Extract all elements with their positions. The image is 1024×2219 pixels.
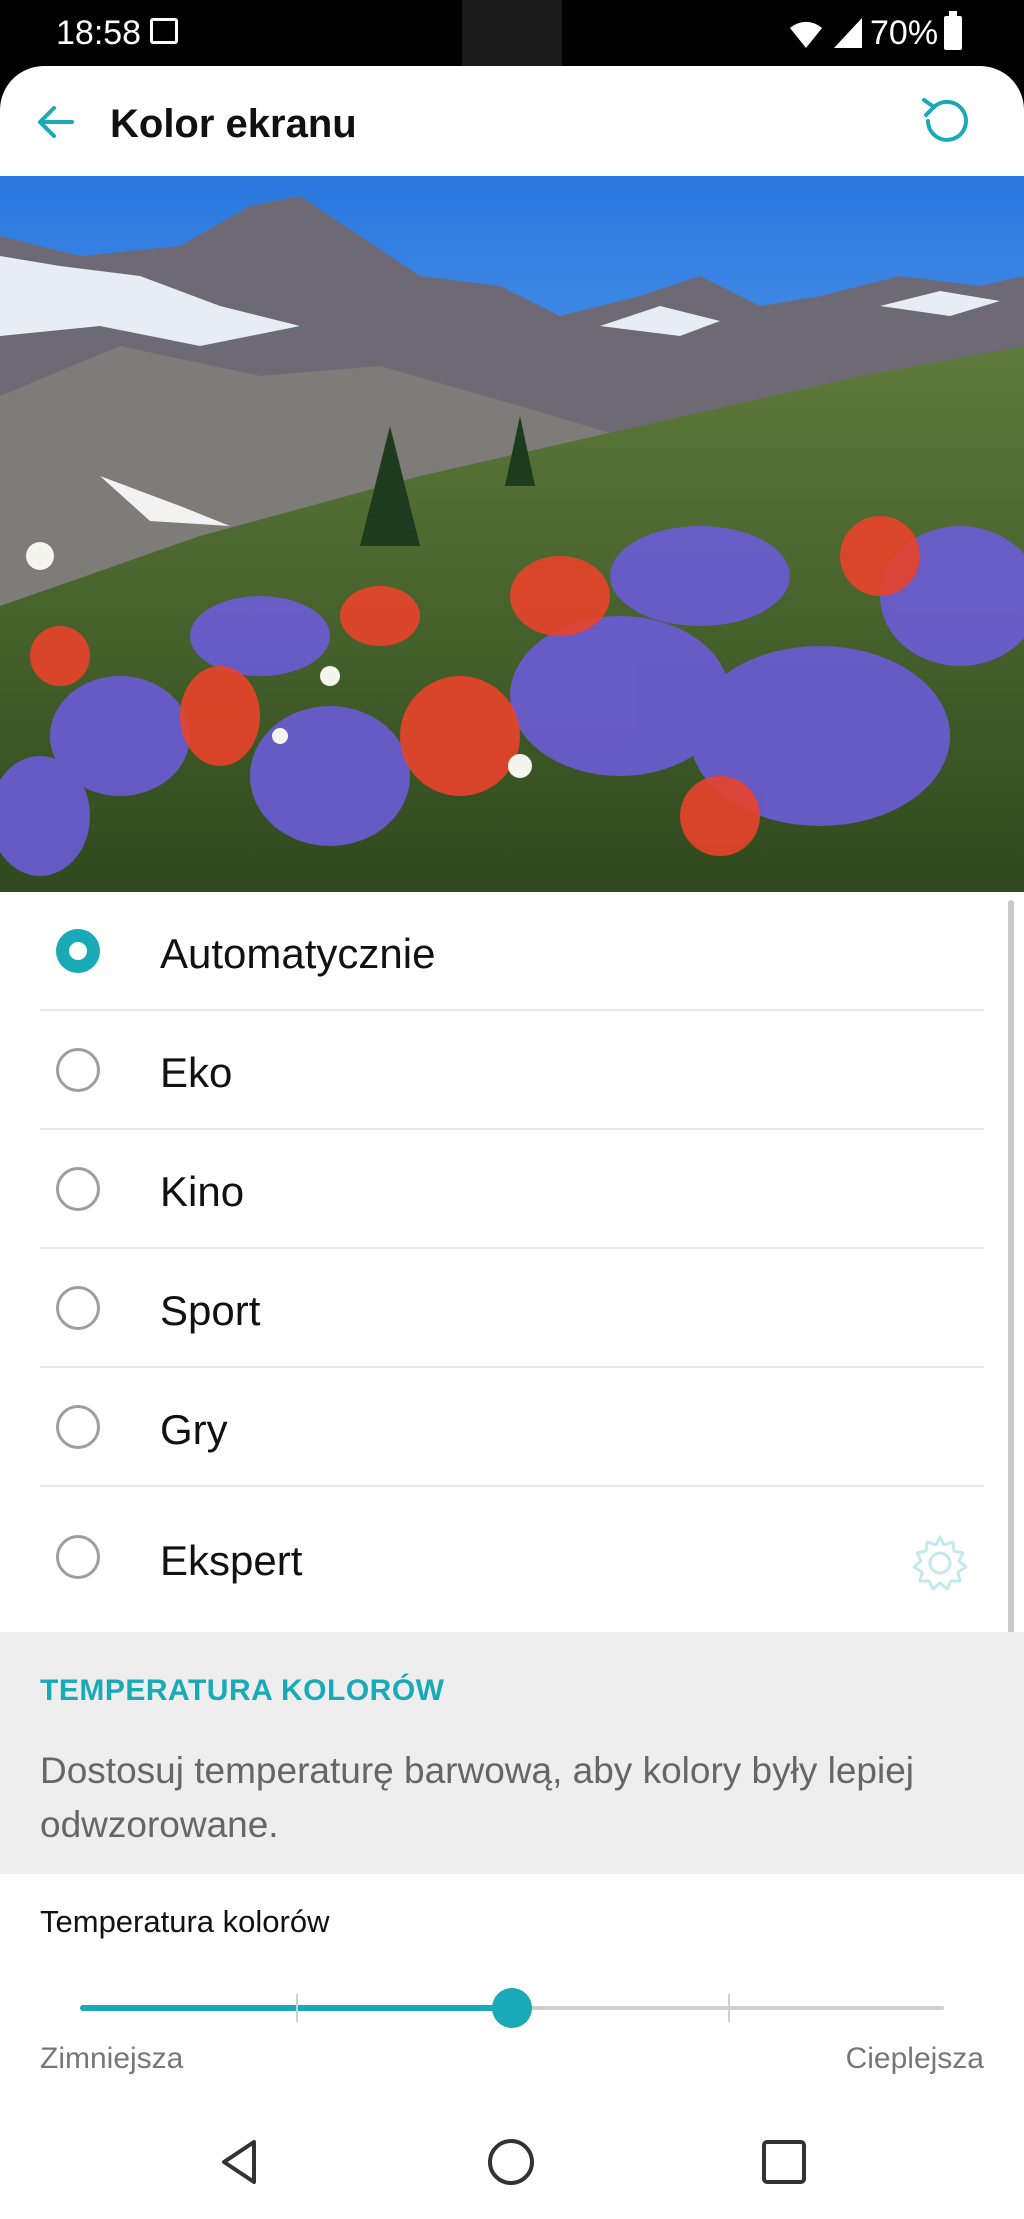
page-title: Kolor ekranu: [110, 102, 357, 146]
temperature-section: TEMPERATURA KOLORÓW Dostosuj temperaturę…: [0, 1632, 1024, 1874]
arrow-left-icon[interactable]: [30, 96, 82, 148]
slider-max-label: Cieplejsza: [845, 2042, 984, 2075]
radio-button[interactable]: [56, 1048, 100, 1092]
wifi-icon: [790, 21, 822, 48]
recents-square-icon[interactable]: [754, 2132, 814, 2192]
option-gry[interactable]: Gry: [0, 1368, 1024, 1487]
status-bar: 18:58 70%: [0, 0, 1024, 66]
option-label: Sport: [160, 1287, 261, 1334]
signal-icon: [834, 18, 862, 48]
option-kino[interactable]: Kino: [0, 1130, 1024, 1249]
radio-button[interactable]: [56, 1286, 100, 1330]
reset-icon[interactable]: [916, 90, 978, 152]
radio-button[interactable]: [56, 1405, 100, 1449]
radio-button[interactable]: [56, 1535, 100, 1579]
section-description: Dostosuj temperaturę barwową, aby kolory…: [40, 1750, 915, 1845]
option-label: Kino: [160, 1168, 245, 1215]
scrollbar[interactable]: [1008, 900, 1014, 1650]
color-mode-list: Automatycznie Eko Kino Sport Gry Ekspert: [0, 892, 1024, 1632]
preview-image: [0, 176, 1024, 892]
slider-thumb[interactable]: [492, 1988, 532, 2028]
option-label: Ekspert: [160, 1537, 303, 1584]
temperature-slider-panel: Temperatura kolorów Zimniejsza Cieplejsz…: [0, 1874, 1024, 2104]
slider-tick: [296, 1994, 298, 2022]
option-eko[interactable]: Eko: [0, 1011, 1024, 1130]
option-sport[interactable]: Sport: [0, 1249, 1024, 1368]
option-automatycznie[interactable]: Automatycznie: [0, 892, 1024, 1011]
option-ekspert[interactable]: Ekspert: [0, 1487, 1024, 1632]
slider-min-label: Zimniejsza: [40, 2042, 184, 2075]
battery-icon: [944, 11, 962, 50]
slider-tick: [728, 1994, 730, 2022]
option-label: Gry: [160, 1406, 228, 1453]
gear-icon[interactable]: [908, 1531, 972, 1595]
battery-percent: 70%: [870, 14, 939, 52]
option-label: Eko: [160, 1049, 233, 1096]
navigation-bar: [0, 2104, 1024, 2219]
section-heading: TEMPERATURA KOLORÓW: [40, 1674, 445, 1707]
app-bar: Kolor ekranu: [0, 66, 1024, 176]
option-label: Automatycznie: [160, 930, 436, 977]
gallery-icon: [150, 18, 178, 44]
back-triangle-icon[interactable]: [210, 2132, 270, 2192]
slider-label: Temperatura kolorów: [40, 1904, 330, 1939]
home-circle-icon[interactable]: [481, 2132, 541, 2192]
camera-cutout: [462, 0, 562, 66]
status-time: 18:58: [56, 14, 142, 52]
radio-button-checked[interactable]: [56, 929, 100, 973]
temperature-slider[interactable]: [80, 1988, 944, 2028]
radio-button[interactable]: [56, 1167, 100, 1211]
